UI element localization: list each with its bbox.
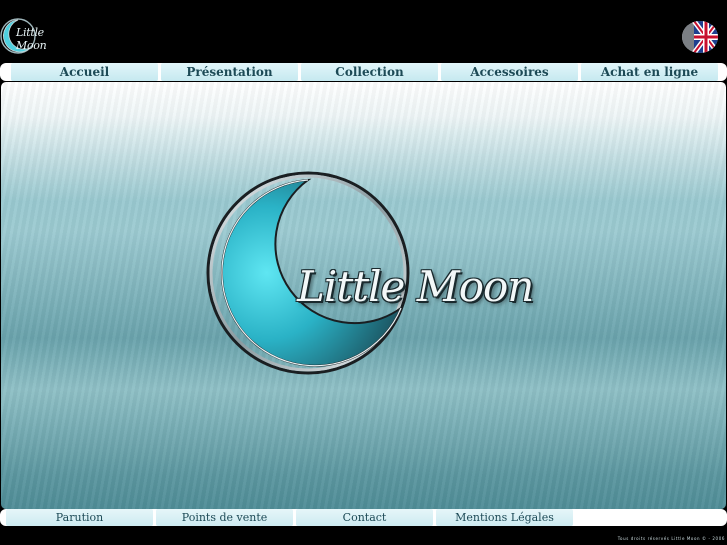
nav-item-achat[interactable]: Achat en ligne [581,63,718,81]
hero-panel: Little Moon [1,82,726,509]
main-nav: Accueil Présentation Collection Accessoi… [0,63,727,81]
nav-item-accueil[interactable]: Accueil [11,63,158,81]
uk-flag-icon[interactable] [682,21,718,53]
nav-label: Présentation [186,65,273,79]
footer-label: Points de vente [181,511,268,524]
copyright-text: Tous droits réservés Little Moon © - 200… [617,536,725,541]
footer-label: Mentions Légales [455,511,554,524]
nav-item-presentation[interactable]: Présentation [161,63,298,81]
brand-wordmark: Little Moon [297,262,534,311]
nav-label: Accessoires [470,65,549,79]
nav-label: Achat en ligne [600,65,699,79]
footer-label: Parution [55,511,104,524]
header: Little Moon [0,0,727,63]
logo-text: Little Moon [16,26,47,52]
nav-label: Collection [335,65,404,79]
footer-item-points-de-vente[interactable]: Points de vente [156,509,293,526]
nav-item-collection[interactable]: Collection [301,63,438,81]
footer-item-contact[interactable]: Contact [296,509,433,526]
footer-label: Contact [342,511,387,524]
logo[interactable]: Little Moon [0,16,62,56]
nav-item-accessoires[interactable]: Accessoires [441,63,578,81]
footer-nav: Parution Points de vente Contact Mention… [0,509,727,526]
footer-item-mentions-legales[interactable]: Mentions Légales [436,509,573,526]
footer-item-parution[interactable]: Parution [6,509,153,526]
nav-label: Accueil [59,65,110,79]
